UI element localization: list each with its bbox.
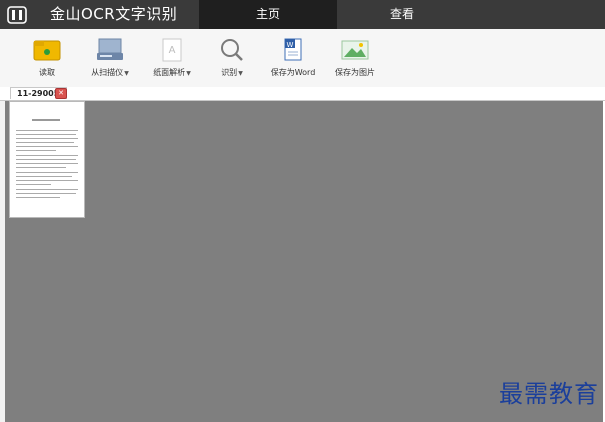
tab-view[interactable]: 查看 [337, 0, 467, 29]
title-bar: 金山OCR文字识别 主页 查看 [0, 0, 605, 29]
chevron-down-icon: ▼ [238, 70, 243, 77]
document-tab-label: 11-29005 [17, 89, 60, 98]
document-parse-icon: A [162, 38, 182, 62]
app-logo-icon [7, 6, 27, 24]
image-icon [341, 40, 369, 60]
recognize-button[interactable]: 识别▼ [212, 29, 252, 87]
save-word-label: 保存为Word [270, 68, 316, 77]
watermark-text: 最需教育 [499, 380, 599, 408]
page-thumbnail[interactable] [9, 101, 85, 218]
app-title: 金山OCR文字识别 [50, 5, 178, 23]
scan-button[interactable]: 从扫描仪▼ [84, 29, 136, 87]
save-image-label: 保存为图片 [335, 68, 375, 77]
svg-text:A: A [169, 45, 176, 56]
scan-label: 从扫描仪 [91, 68, 124, 77]
folder-icon [33, 40, 61, 61]
tab-home[interactable]: 主页 [199, 0, 337, 29]
read-button[interactable]: 读取 [26, 29, 68, 87]
save-image-button[interactable]: 保存为图片 [330, 29, 380, 87]
search-icon [221, 39, 243, 61]
thumbnail-heading [32, 119, 60, 121]
layout-parse-label: 纸面解析 [153, 68, 186, 77]
read-label: 读取 [39, 68, 55, 77]
save-word-button[interactable]: W 保存为Word [266, 29, 320, 87]
scanner-icon [97, 38, 123, 60]
word-document-icon: W [284, 38, 302, 61]
chevron-down-icon: ▼ [186, 70, 191, 77]
chevron-down-icon: ▼ [124, 70, 129, 77]
layout-parse-button[interactable]: A 纸面解析▼ [146, 29, 198, 87]
ribbon-toolbar: 读取 从扫描仪▼ A 纸面解析▼ 识别▼ W 保存为Word 保存为图片 [0, 29, 605, 88]
recognize-label: 识别 [221, 68, 238, 77]
svg-text:W: W [287, 41, 294, 49]
document-tab-strip: 11-29005 [0, 87, 605, 101]
close-tab-icon[interactable]: ✕ [55, 88, 67, 99]
